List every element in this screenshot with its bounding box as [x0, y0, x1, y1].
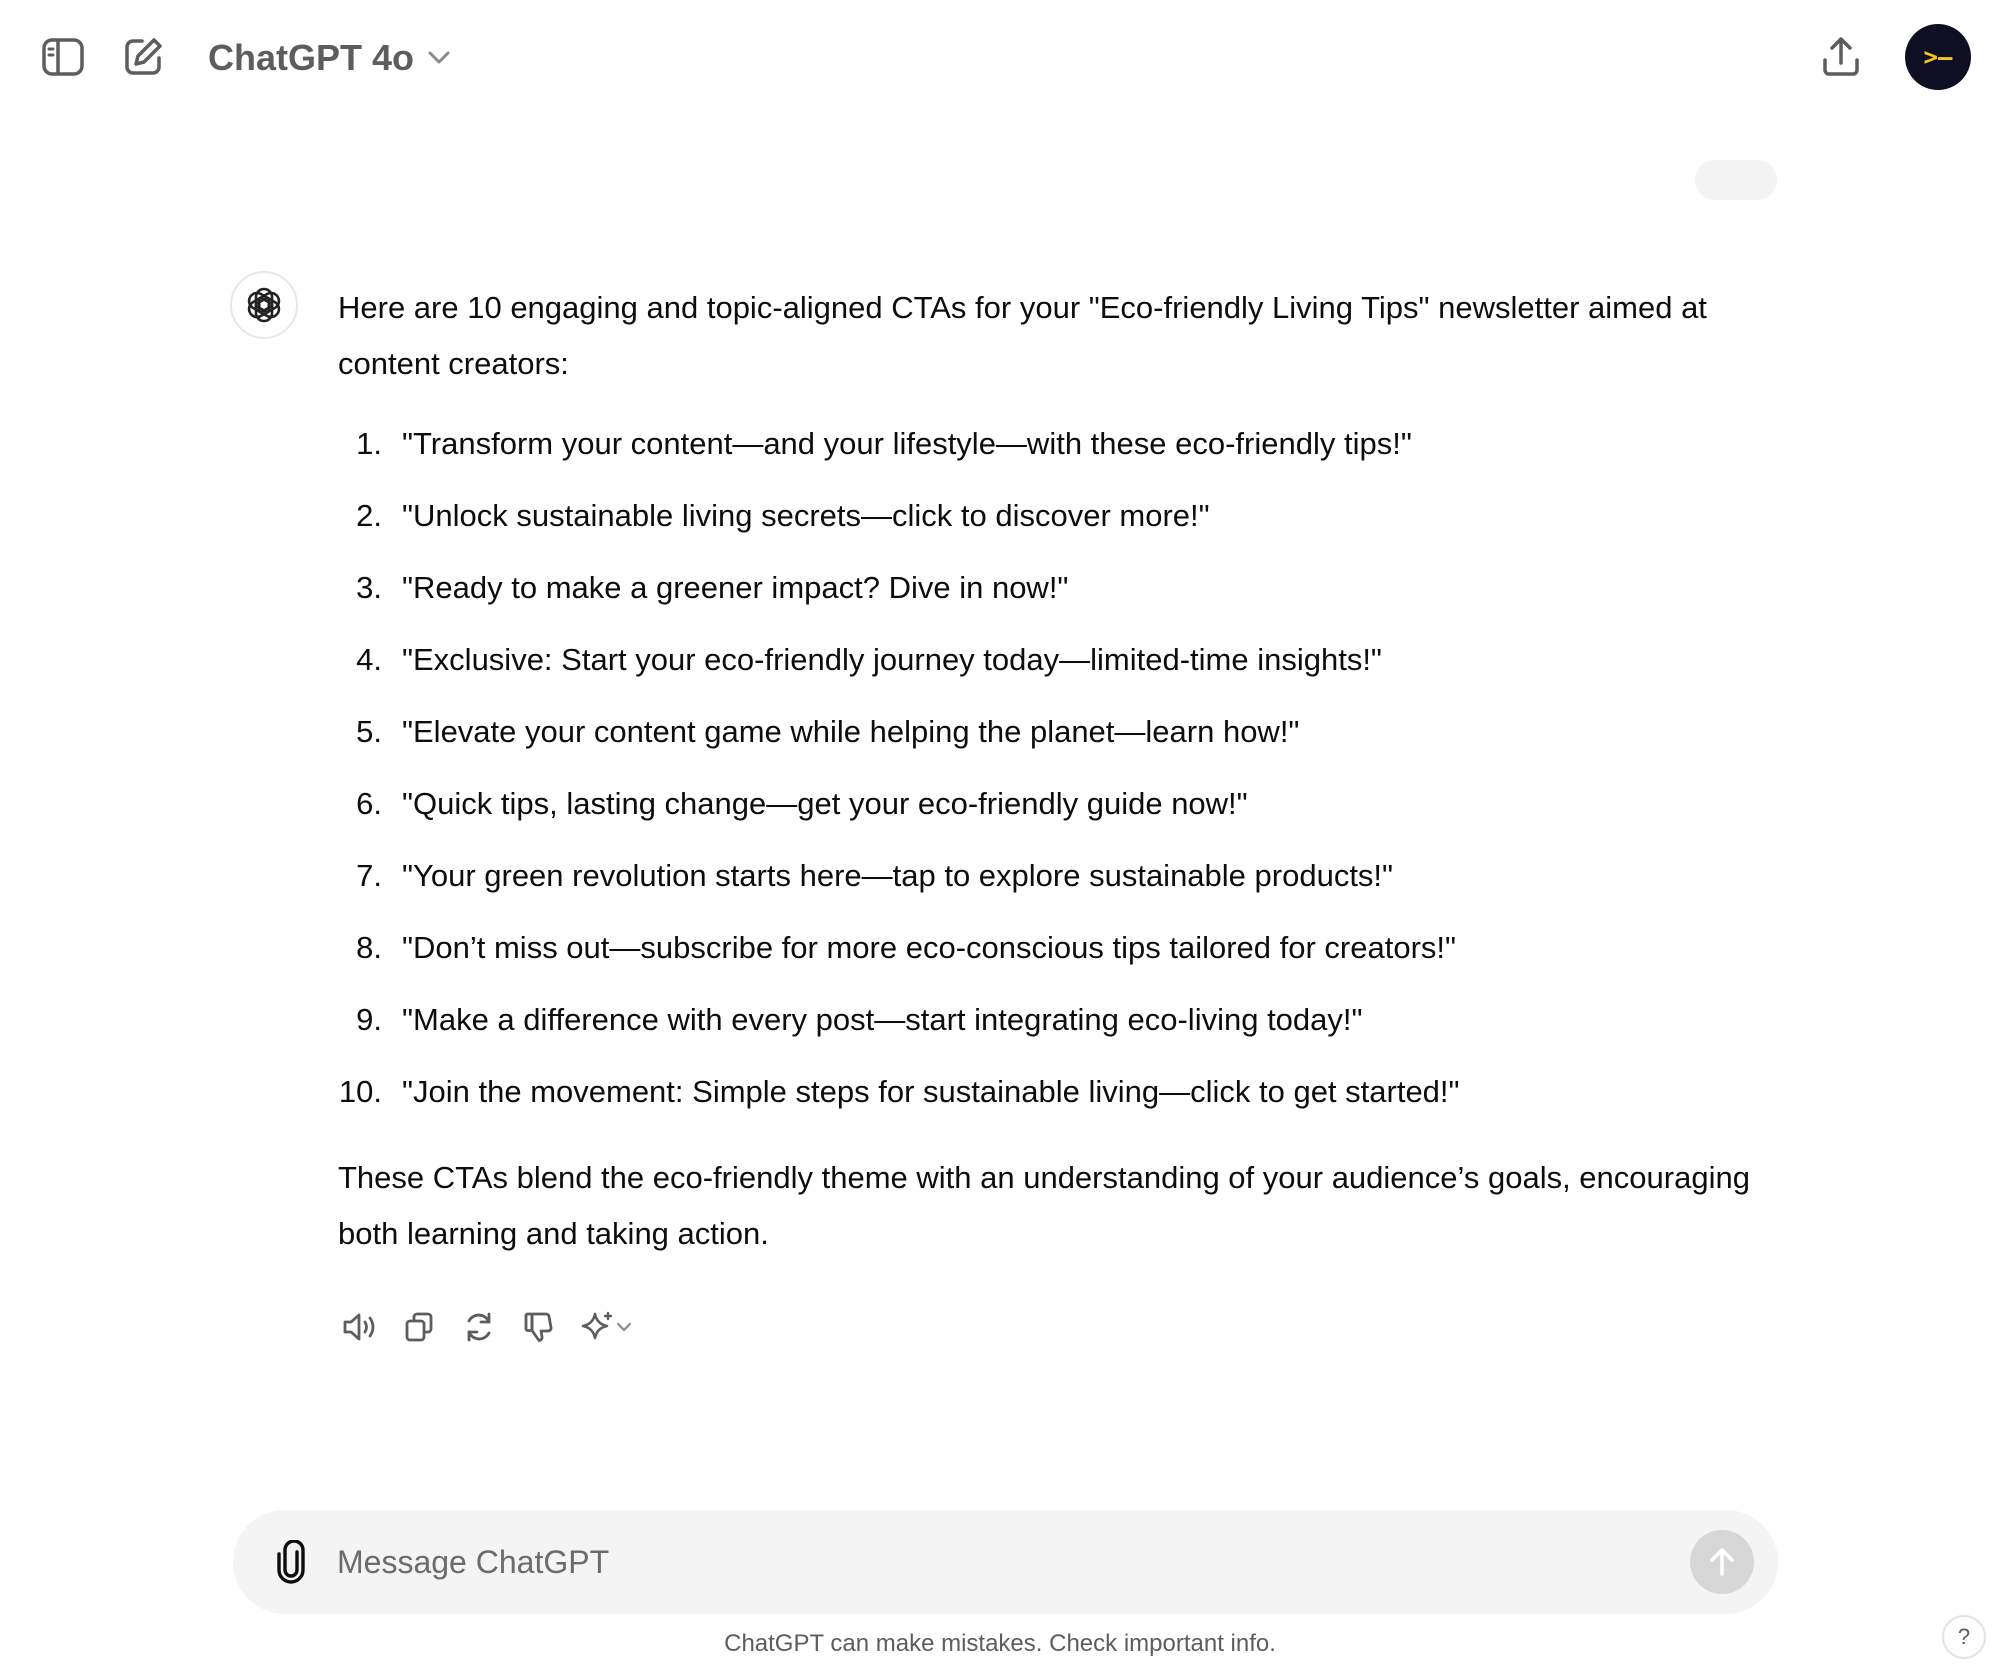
list-item-number: 9.: [356, 1002, 382, 1037]
list-item-number: 8.: [356, 930, 382, 965]
model-selector[interactable]: ChatGPT 4o: [196, 30, 462, 86]
list-item: 1. "Transform your content—and your lifes…: [338, 408, 1778, 480]
list-item: 3. "Ready to make a greener impact? Dive …: [338, 552, 1778, 624]
list-item-text: "Ready to make a greener impact? Dive in…: [402, 570, 1069, 605]
send-button[interactable]: [1690, 1530, 1754, 1594]
terminal-icon: >–: [1923, 43, 1953, 71]
copy-button[interactable]: [392, 1302, 446, 1352]
model-name: ChatGPT 4o: [208, 37, 415, 78]
disclaimer: ChatGPT can make mistakes. Check importa…: [724, 1630, 1276, 1657]
paperclip-icon: [277, 1540, 305, 1584]
list-item-text: "Unlock sustainable living secrets—click…: [402, 498, 1210, 533]
message-input[interactable]: [337, 1532, 1657, 1592]
attach-button[interactable]: [263, 1534, 319, 1590]
chevron-down-icon: [428, 51, 450, 64]
message-outro: These CTAs blend the eco-friendly theme …: [338, 1160, 1750, 1251]
list-item-number: 6.: [356, 786, 382, 821]
top-bar: ChatGPT 4o >–: [0, 0, 2000, 112]
message-actions: [332, 1302, 642, 1352]
speaker-icon: [343, 1313, 375, 1341]
sparkle-icon: [581, 1311, 613, 1340]
read-aloud-button[interactable]: [332, 1302, 386, 1352]
list-item: 7. "Your green revolution starts here—tap…: [338, 840, 1778, 912]
list-item-number: 1.: [356, 426, 382, 461]
list-item-text: "Don’t miss out—subscribe for more eco-c…: [402, 930, 1457, 965]
list-item-number: 10.: [338, 1074, 382, 1109]
user-avatar[interactable]: >–: [1905, 24, 1971, 90]
list-item: 4. "Exclusive: Start your eco-friendly jo…: [338, 624, 1778, 696]
sidebar-icon: [42, 38, 84, 76]
change-model-button[interactable]: [572, 1302, 642, 1352]
list-item-text: "Your green revolution starts here—tap t…: [402, 858, 1394, 893]
list-item-text: "Transform your content—and your lifesty…: [402, 426, 1412, 461]
list-item-text: "Make a difference with every post—start…: [402, 1002, 1363, 1037]
list-item-number: 4.: [356, 642, 382, 677]
arrow-up-icon: [1710, 1548, 1734, 1576]
copy-icon: [405, 1312, 433, 1342]
list-item: 9. "Make a difference with every post—sta…: [338, 984, 1778, 1056]
user-message-bubble: [1695, 160, 1777, 200]
regenerate-button[interactable]: [452, 1302, 506, 1352]
list-item-text: "Quick tips, lasting change—get your eco…: [402, 786, 1248, 821]
list-item: 10. "Join the movement: Simple steps for …: [338, 1056, 1778, 1128]
list-item-text: "Elevate your content game while helping…: [402, 714, 1300, 749]
list-item: 5. "Elevate your content game while helpi…: [338, 696, 1778, 768]
list-item: 6. "Quick tips, lasting change—get your e…: [338, 768, 1778, 840]
share-icon: [1823, 37, 1859, 76]
message-intro: Here are 10 engaging and topic-aligned C…: [338, 290, 1707, 381]
help-button[interactable]: ?: [1942, 1615, 1986, 1659]
list-item: 8. "Don’t miss out—subscribe for more eco…: [338, 912, 1778, 984]
list-item-text: "Exclusive: Start your eco-friendly jour…: [402, 642, 1382, 677]
edit-icon: [125, 38, 162, 75]
thumbs-down-icon: [524, 1312, 553, 1342]
assistant-avatar: [230, 271, 298, 339]
cta-list: 1. "Transform your content—and your lifes…: [338, 408, 1778, 1128]
list-item-number: 5.: [356, 714, 382, 749]
list-item-number: 2.: [356, 498, 382, 533]
list-item-number: 3.: [356, 570, 382, 605]
share-button[interactable]: [1810, 26, 1872, 88]
list-item: 2. "Unlock sustainable living secrets—cli…: [338, 480, 1778, 552]
refresh-icon: [467, 1312, 491, 1342]
new-chat-button[interactable]: [112, 26, 174, 88]
sidebar-toggle-button[interactable]: [32, 26, 94, 88]
thumbs-down-button[interactable]: [512, 1302, 566, 1352]
list-item-text: "Join the movement: Simple steps for sus…: [402, 1074, 1460, 1109]
openai-logo-icon: [247, 287, 281, 323]
composer: [233, 1510, 1778, 1614]
chevron-down-icon: [616, 1322, 632, 1332]
list-item-number: 7.: [356, 858, 382, 893]
assistant-message: Here are 10 engaging and topic-aligned C…: [338, 280, 1778, 1262]
